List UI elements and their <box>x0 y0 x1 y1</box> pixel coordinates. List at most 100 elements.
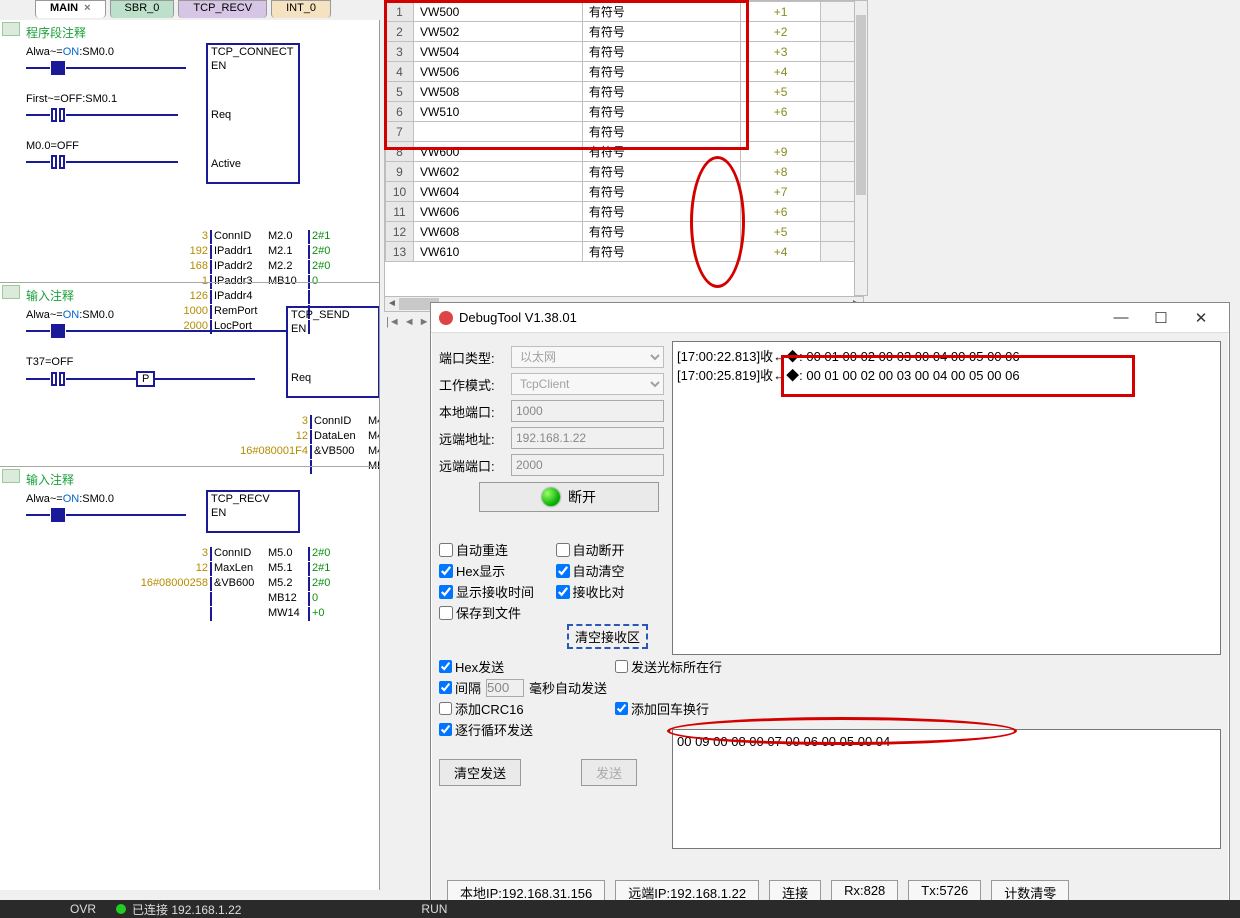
table-row[interactable]: 3 VW504 有符号 +3 <box>386 42 863 62</box>
cb-savefile[interactable]: 保存到文件 <box>439 603 548 622</box>
contact-m00[interactable]: M0.0=OFF <box>26 140 206 152</box>
contact-t37[interactable]: T37=OFF <box>26 356 286 368</box>
segment-marker[interactable] <box>2 469 20 483</box>
table-row[interactable]: 5 VW508 有符号 +5 <box>386 82 863 102</box>
watch-address[interactable] <box>414 122 583 142</box>
contact-sm01[interactable]: First~=OFF:SM0.1 <box>26 93 206 105</box>
clear-rx-button[interactable]: 清空接收区 <box>567 624 648 649</box>
watch-value: +6 <box>741 102 821 122</box>
cb-loop[interactable]: 逐行循环发送 <box>439 720 607 739</box>
watch-type[interactable]: 有符号 <box>582 22 740 42</box>
table-row[interactable]: 8 VW600 有符号 +9 <box>386 142 863 162</box>
port-type-select[interactable]: 以太网 <box>511 346 664 368</box>
segment-marker[interactable] <box>2 285 20 299</box>
watch-type[interactable]: 有符号 <box>582 2 740 22</box>
disconnect-button[interactable]: 断开 <box>479 482 659 512</box>
watch-type[interactable]: 有符号 <box>582 242 740 262</box>
watch-type[interactable]: 有符号 <box>582 162 740 182</box>
watch-value: +3 <box>741 42 821 62</box>
contact-sm00[interactable]: Alwa~=ON:SM0.0 <box>26 493 206 505</box>
row-number: 10 <box>386 182 414 202</box>
segment-marker[interactable] <box>2 22 20 36</box>
contact-sm00[interactable]: Alwa~=ON:SM0.0 <box>26 309 286 321</box>
watch-address[interactable]: VW604 <box>414 182 583 202</box>
table-row[interactable]: 11 VW606 有符号 +6 <box>386 202 863 222</box>
close-button[interactable]: ✕ <box>1181 309 1221 327</box>
remote-port-input[interactable] <box>511 454 664 476</box>
watch-address[interactable]: VW508 <box>414 82 583 102</box>
cb-rxcompare[interactable]: 接收比对 <box>556 582 665 601</box>
watch-address[interactable]: VW602 <box>414 162 583 182</box>
table-row[interactable]: 6 VW510 有符号 +6 <box>386 102 863 122</box>
watch-address[interactable]: VW610 <box>414 242 583 262</box>
fb-tcp-connect[interactable]: TCP_CONNECT EN Req Active 3 ConnIDM2.02#… <box>206 43 300 184</box>
table-row[interactable]: 1 VW500 有符号 +1 <box>386 2 863 22</box>
tx-text: 00 09 00 08 00 07 00 06 00 05 00 04 <box>677 734 890 749</box>
watch-address[interactable]: VW600 <box>414 142 583 162</box>
watch-address[interactable]: VW504 <box>414 42 583 62</box>
segment-comment: 输入注释 <box>26 287 373 304</box>
cb-hexsend[interactable]: Hex发送 <box>439 657 607 676</box>
fb-tcp-send[interactable]: TCP_SEND EN Req 3 ConnIDM4.02#0 12 DataL… <box>286 306 380 398</box>
watch-address[interactable]: VW608 <box>414 222 583 242</box>
watch-address[interactable]: VW502 <box>414 22 583 42</box>
local-port-label: 本地端口: <box>439 402 511 421</box>
watch-address[interactable]: VW500 <box>414 2 583 22</box>
watch-type[interactable]: 有符号 <box>582 42 740 62</box>
interval-input[interactable] <box>486 679 524 697</box>
send-button[interactable]: 发送 <box>581 759 637 786</box>
cb-hexshow[interactable]: Hex显示 <box>439 561 548 580</box>
cb-autodisc[interactable]: 自动断开 <box>556 540 665 559</box>
fb-pin: 192 IPaddr1M2.12#0 <box>126 244 340 259</box>
table-row[interactable]: 10 VW604 有符号 +7 <box>386 182 863 202</box>
watch-type[interactable]: 有符号 <box>582 62 740 82</box>
table-row[interactable]: 4 VW506 有符号 +4 <box>386 62 863 82</box>
watch-address[interactable]: VW510 <box>414 102 583 122</box>
close-icon[interactable]: × <box>84 2 90 14</box>
watch-type[interactable]: 有符号 <box>582 222 740 242</box>
table-row[interactable]: 12 VW608 有符号 +5 <box>386 222 863 242</box>
cb-autoreconn[interactable]: 自动重连 <box>439 540 548 559</box>
local-port-input[interactable] <box>511 400 664 422</box>
tab-sbr[interactable]: SBR_0 <box>110 0 175 18</box>
row-number: 5 <box>386 82 414 102</box>
ladder-editor[interactable]: 程序段注释 Alwa~=ON:SM0.0 First~=OFF:SM0.1 M0… <box>0 20 380 890</box>
watch-type[interactable]: 有符号 <box>582 82 740 102</box>
watch-value: +9 <box>741 142 821 162</box>
watch-type[interactable]: 有符号 <box>582 182 740 202</box>
watch-address[interactable]: VW606 <box>414 202 583 222</box>
fb-pin: 12 DataLenM4.12#0 <box>226 429 380 444</box>
watch-address[interactable]: VW506 <box>414 62 583 82</box>
minimize-button[interactable]: — <box>1101 309 1141 326</box>
cb-addcrc[interactable]: 添加CRC16 <box>439 699 607 718</box>
cb-autoclear[interactable]: 自动清空 <box>556 561 665 580</box>
remote-addr-input[interactable] <box>511 427 664 449</box>
clear-tx-button[interactable]: 清空发送 <box>439 759 521 786</box>
tab-tcp-recv[interactable]: TCP_RECV <box>178 0 267 18</box>
row-number: 2 <box>386 22 414 42</box>
tx-textarea[interactable]: 00 09 00 08 00 07 00 06 00 05 00 04 <box>672 729 1221 849</box>
cb-interval[interactable]: 间隔毫秒自动发送 <box>439 678 607 697</box>
contact-sm00[interactable]: Alwa~=ON:SM0.0 <box>26 46 206 58</box>
watch-type[interactable]: 有符号 <box>582 122 740 142</box>
table-row[interactable]: 9 VW602 有符号 +8 <box>386 162 863 182</box>
maximize-button[interactable]: ☐ <box>1141 309 1181 327</box>
rx-textarea[interactable]: [17:00:22.813]收←◆: 00 01 00 02 00 03 00 … <box>672 341 1221 655</box>
fb-tcp-recv[interactable]: TCP_RECV EN 3 ConnIDM5.02#0 12 MaxLenM5.… <box>206 490 300 533</box>
edge-p[interactable]: P <box>136 371 155 387</box>
watch-type[interactable]: 有符号 <box>582 102 740 122</box>
watch-vscroll[interactable] <box>854 0 868 296</box>
watch-type[interactable]: 有符号 <box>582 202 740 222</box>
titlebar[interactable]: DebugTool V1.38.01 — ☐ ✕ <box>431 303 1229 333</box>
watch-table[interactable]: 1 VW500 有符号 +1 2 VW502 有符号 +2 3 VW504 有符… <box>384 0 864 300</box>
watch-type[interactable]: 有符号 <box>582 142 740 162</box>
table-row[interactable]: 7 有符号 <box>386 122 863 142</box>
tab-int[interactable]: INT_0 <box>271 0 331 18</box>
work-mode-select[interactable]: TcpClient <box>511 373 664 395</box>
tab-main[interactable]: MAIN× <box>35 0 106 18</box>
debugtool-window[interactable]: DebugTool V1.38.01 — ☐ ✕ 端口类型:以太网 工作模式:T… <box>430 302 1230 912</box>
table-row[interactable]: 13 VW610 有符号 +4 <box>386 242 863 262</box>
cb-showtime[interactable]: 显示接收时间 <box>439 582 548 601</box>
table-row[interactable]: 2 VW502 有符号 +2 <box>386 22 863 42</box>
row-number: 6 <box>386 102 414 122</box>
